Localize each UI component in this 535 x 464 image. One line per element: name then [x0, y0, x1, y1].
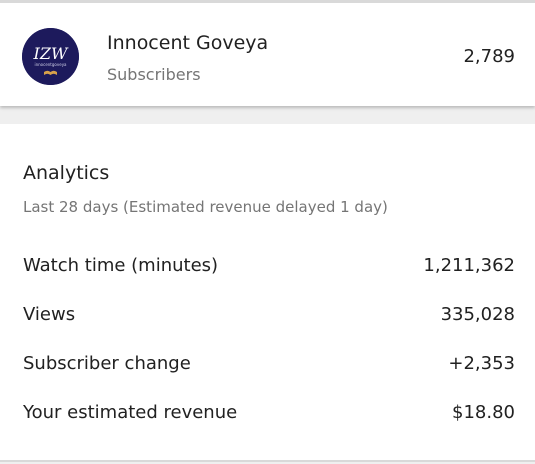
metric-row-watch-time: Watch time (minutes) 1,211,362 [0, 251, 535, 283]
subscribers-label: Subscribers [107, 65, 201, 84]
channel-name[interactable]: Innocent Goveya [107, 32, 268, 54]
channel-card[interactable]: IZW innocentgoveya Innocent Goveya Subsc… [0, 0, 535, 106]
channel-logo-icon: IZW innocentgoveya [22, 28, 79, 85]
subscribers-count: 2,789 [463, 46, 515, 67]
analytics-card[interactable]: Analytics Last 28 days (Estimated revenu… [0, 124, 535, 462]
metric-value: 1,211,362 [423, 255, 515, 276]
avatar-caption: innocentgoveya [34, 62, 67, 67]
metric-row-subscriber-change: Subscriber change +2,353 [0, 349, 535, 381]
metric-value: 335,028 [440, 304, 515, 325]
metric-row-views: Views 335,028 [0, 300, 535, 332]
avatar-logo-text: IZW [33, 44, 69, 63]
metric-value: +2,353 [448, 353, 515, 374]
analytics-title: Analytics [23, 162, 110, 184]
metric-label: Your estimated revenue [23, 402, 238, 423]
metric-label: Watch time (minutes) [23, 255, 219, 276]
metric-value: $18.80 [452, 402, 515, 423]
metric-label: Views [23, 304, 76, 325]
avatar[interactable]: IZW innocentgoveya [22, 28, 79, 85]
analytics-period: Last 28 days (Estimated revenue delayed … [23, 198, 388, 216]
metric-row-estimated-revenue: Your estimated revenue $18.80 [0, 398, 535, 430]
metric-label: Subscriber change [23, 353, 191, 374]
